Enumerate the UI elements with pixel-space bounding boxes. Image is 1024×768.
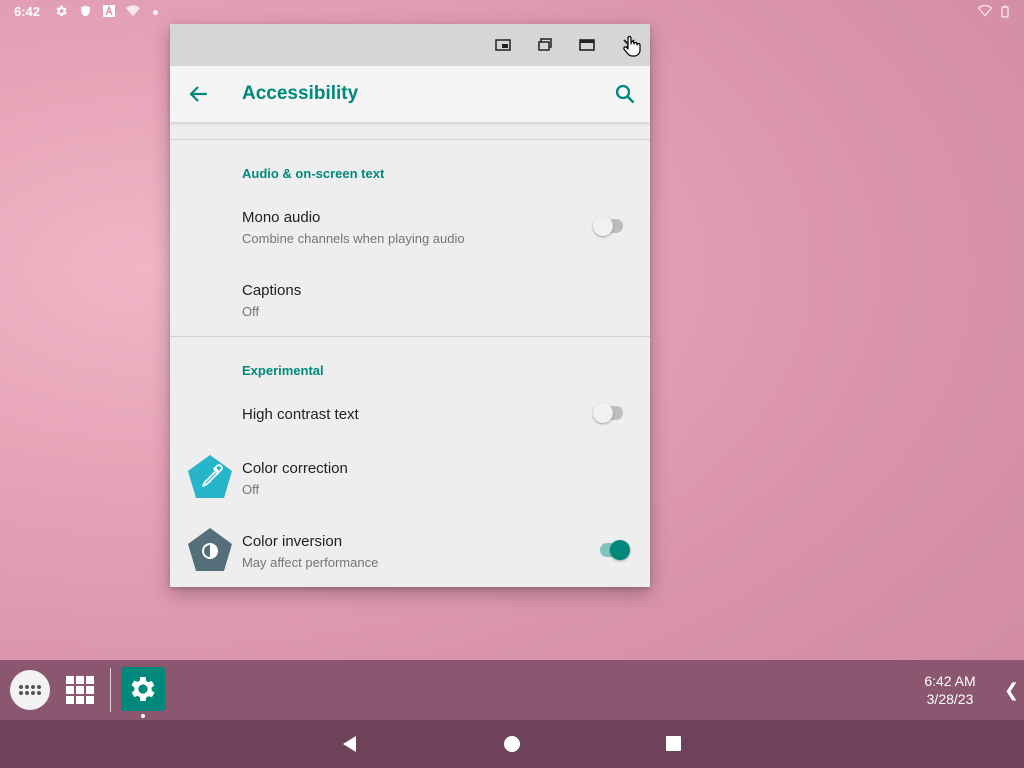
window-caption-bar[interactable] bbox=[170, 24, 650, 66]
pref-title: High contrast text bbox=[242, 406, 359, 423]
nav-home-icon[interactable] bbox=[504, 736, 520, 752]
section-header-audio: Audio & on-screen text bbox=[242, 166, 385, 181]
dots-icon bbox=[19, 685, 41, 695]
battery-icon bbox=[998, 4, 1012, 18]
pref-summary: Off bbox=[242, 304, 260, 319]
taskbar: 6:42 AM 3/28/23 ❮ bbox=[0, 660, 1024, 720]
navigation-bar bbox=[0, 720, 1024, 768]
clock-date: 3/28/23 bbox=[926, 691, 974, 707]
taskbar-clock[interactable]: 6:42 AM 3/28/23 bbox=[910, 672, 990, 708]
nav-back-icon[interactable] bbox=[340, 733, 360, 755]
restore-icon[interactable] bbox=[536, 36, 554, 54]
mono-audio-switch[interactable] bbox=[593, 216, 625, 236]
app-launcher-button[interactable] bbox=[10, 670, 50, 710]
section-header-experimental: Experimental bbox=[242, 363, 324, 378]
contrast-icon bbox=[186, 526, 234, 574]
pref-title: Mono audio bbox=[242, 209, 321, 226]
maximize-icon[interactable] bbox=[578, 36, 596, 54]
taskbar-settings-app[interactable] bbox=[121, 667, 165, 711]
settings-window: Accessibility Audio & on-screen text Mon… bbox=[170, 24, 650, 587]
nav-recents-icon[interactable] bbox=[666, 736, 681, 751]
status-bar: 6:42 bbox=[0, 0, 1024, 24]
gear-icon bbox=[54, 4, 68, 18]
app-bar: Accessibility bbox=[170, 66, 650, 122]
taskbar-separator bbox=[110, 668, 111, 712]
running-indicator bbox=[141, 714, 145, 718]
section-divider bbox=[170, 336, 650, 337]
notification-dot bbox=[153, 10, 158, 15]
pref-summary: Off bbox=[242, 482, 260, 497]
back-arrow-icon[interactable] bbox=[187, 82, 211, 106]
grid-icon[interactable] bbox=[66, 676, 94, 704]
clock-time: 6:42 AM bbox=[924, 673, 976, 689]
section-divider bbox=[170, 139, 650, 140]
pref-summary: Combine channels when playing audio bbox=[242, 231, 465, 246]
signal-icon bbox=[978, 4, 992, 18]
pref-summary: May affect performance bbox=[242, 555, 379, 570]
hand-cursor-icon bbox=[623, 35, 641, 57]
picture-in-picture-icon[interactable] bbox=[494, 36, 512, 54]
color-inversion-switch[interactable] bbox=[598, 540, 630, 560]
page-title: Accessibility bbox=[242, 83, 359, 104]
eyedropper-icon bbox=[186, 453, 234, 501]
high-contrast-switch[interactable] bbox=[593, 403, 625, 423]
a-letter-icon bbox=[102, 4, 116, 18]
wifi-icon bbox=[126, 4, 140, 18]
pref-title: Color inversion bbox=[242, 533, 343, 550]
status-time: 6:42 bbox=[14, 4, 41, 19]
search-icon[interactable] bbox=[613, 82, 637, 106]
shield-icon bbox=[78, 4, 92, 18]
chevron-left-icon[interactable]: ❮ bbox=[1004, 680, 1019, 701]
pref-title: Color correction bbox=[242, 460, 348, 477]
gear-icon bbox=[131, 677, 155, 701]
pref-title: Captions bbox=[242, 282, 302, 299]
